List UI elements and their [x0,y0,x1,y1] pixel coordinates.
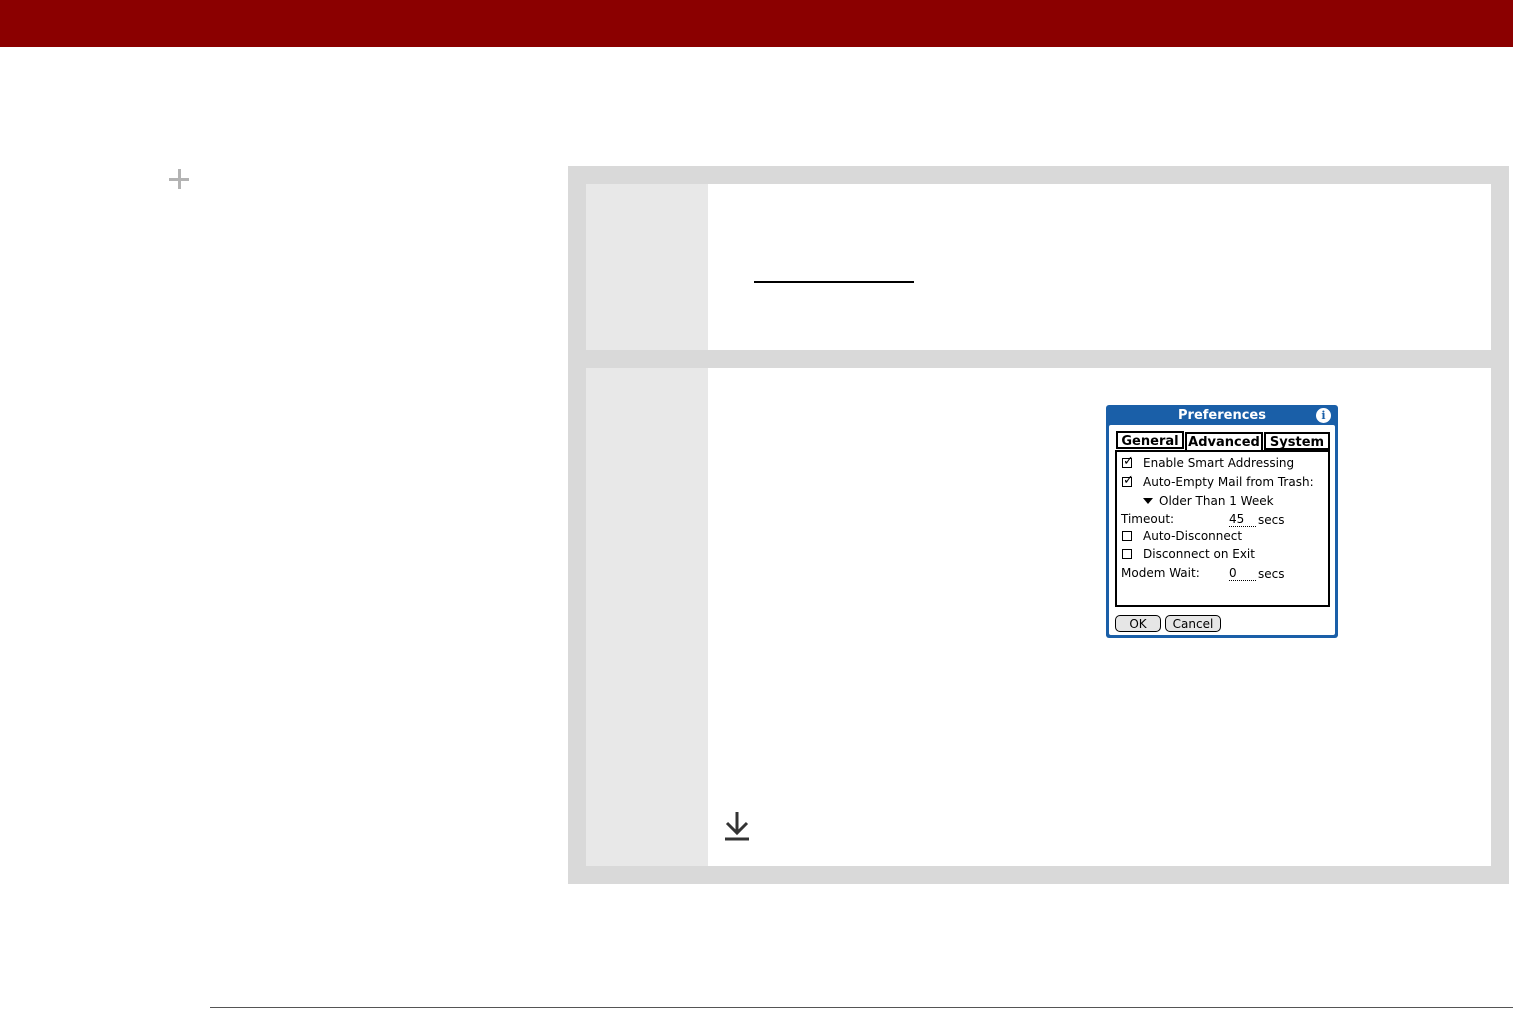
tab-system[interactable]: System [1264,432,1330,450]
timeout-field[interactable]: 45 [1229,512,1256,527]
footer-rule [210,1007,1513,1008]
tab-general[interactable]: General [1116,431,1184,449]
header-bar [0,0,1513,47]
timeout-unit: secs [1258,513,1285,527]
dialog-title: Preferences [1178,408,1266,423]
tab-advanced[interactable]: Advanced [1185,432,1263,451]
step-number-column [586,184,708,350]
step-number-column [586,368,708,866]
cancel-button[interactable]: Cancel [1165,615,1221,632]
timeout-label: Timeout: [1121,512,1175,526]
modem-wait-label: Modem Wait: [1121,566,1200,580]
disconnect-exit-checkbox[interactable] [1122,549,1132,559]
modem-wait-unit: secs [1258,567,1285,581]
disconnect-exit-label: Disconnect on Exit [1143,547,1255,561]
auto-disconnect-checkbox[interactable] [1122,531,1132,541]
step-row-1 [586,184,1491,350]
info-icon[interactable]: i [1316,408,1331,423]
auto-empty-period-select[interactable]: Older Than 1 Week [1159,494,1274,508]
modem-wait-field[interactable]: 0 [1229,566,1256,581]
step-row-2 [586,368,1491,866]
ok-button[interactable]: OK [1115,615,1161,632]
smart-addressing-label: Enable Smart Addressing [1143,456,1295,470]
auto-disconnect-label: Auto-Disconnect [1143,529,1243,543]
plus-icon [166,166,192,192]
auto-empty-label: Auto-Empty Mail from Trash: [1143,475,1314,489]
download-arrow-icon [725,812,749,841]
chevron-down-icon[interactable] [1143,498,1153,504]
smart-addressing-checkbox[interactable] [1122,454,1134,469]
hyperlink-underline[interactable] [754,281,914,283]
auto-empty-checkbox[interactable] [1122,473,1134,488]
